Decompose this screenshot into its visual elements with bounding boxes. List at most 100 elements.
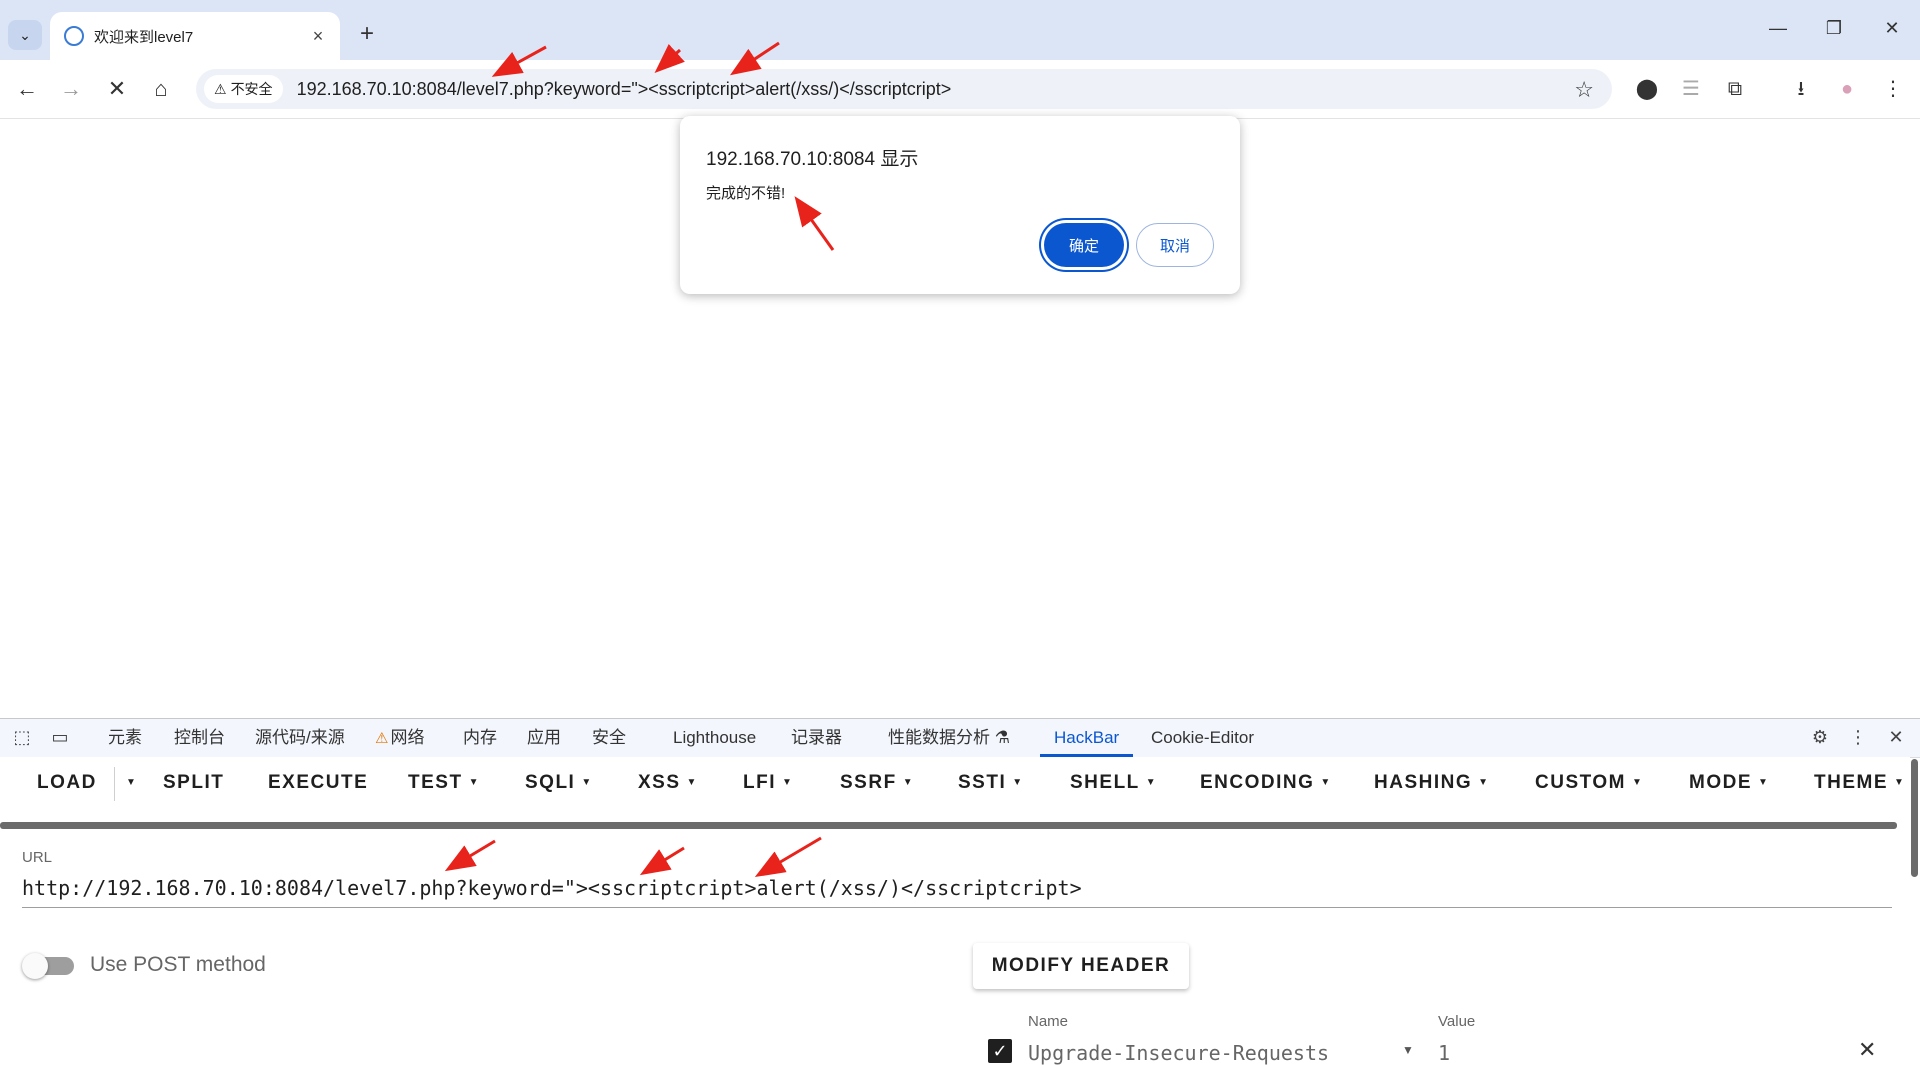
- hashing-menu[interactable]: HASHING ▼: [1374, 757, 1490, 809]
- gear-icon[interactable]: ⚙: [1808, 727, 1832, 748]
- caret-down-icon: ▼: [782, 777, 794, 788]
- restore-button[interactable]: ❐: [1814, 18, 1854, 39]
- theme-menu[interactable]: THEME ▼: [1814, 757, 1905, 809]
- download-icon[interactable]: ⭳: [1786, 74, 1816, 104]
- caret-down-icon: ▼: [1320, 777, 1332, 788]
- tab-network[interactable]: ⚠ 网络: [375, 719, 424, 757]
- close-devtools-icon[interactable]: ✕: [1884, 727, 1908, 748]
- caret-down-icon: ▼: [581, 777, 593, 788]
- shell-menu-label: SHELL: [1070, 772, 1140, 794]
- ssti-menu-label: SSTI: [958, 772, 1007, 794]
- close-window-button[interactable]: ✕: [1872, 18, 1912, 39]
- bookmark-star-icon[interactable]: ☆: [1574, 77, 1594, 103]
- tab-recorder[interactable]: 记录器: [791, 719, 842, 757]
- hashing-menu-label: HASHING: [1374, 772, 1473, 794]
- address-url[interactable]: 192.168.70.10:8084/level7.php?keyword=">…: [297, 79, 952, 100]
- tab-elements[interactable]: 元素: [108, 719, 142, 757]
- ok-button[interactable]: 确定: [1044, 223, 1124, 267]
- devtools-tab-bar: ⬚ ▭ 元素 控制台 源代码/来源 ⚠ 网络 内存 应用 安全 Lighthous…: [0, 719, 1920, 758]
- caret-down-icon: ▼: [686, 777, 698, 788]
- shell-menu[interactable]: SHELL ▼: [1070, 757, 1157, 809]
- more-menu-icon[interactable]: ⋮: [1878, 74, 1908, 104]
- caret-down-icon: ▼: [468, 777, 480, 788]
- back-button[interactable]: ←: [12, 74, 42, 104]
- xss-menu[interactable]: XSS ▼: [638, 757, 698, 809]
- forward-button[interactable]: →: [56, 74, 86, 104]
- custom-menu-label: CUSTOM: [1535, 772, 1626, 794]
- tab-cookie-editor[interactable]: Cookie-Editor: [1151, 719, 1254, 757]
- xss-menu-label: XSS: [638, 772, 681, 794]
- tab-memory[interactable]: 内存: [463, 719, 497, 757]
- extension-circle-icon[interactable]: ⬤: [1632, 74, 1662, 104]
- minimize-button[interactable]: —: [1758, 18, 1798, 39]
- extension-bars-icon[interactable]: ☰: [1676, 74, 1706, 104]
- warning-icon: ⚠: [375, 730, 389, 747]
- devtools-panel: ⬚ ▭ 元素 控制台 源代码/来源 ⚠ 网络 内存 应用 安全 Lighthous…: [0, 718, 1920, 1065]
- new-tab-button[interactable]: +: [352, 20, 382, 48]
- tab-search-button[interactable]: ⌄: [8, 20, 42, 50]
- hackbar-horizontal-scrollbar[interactable]: [0, 822, 1897, 829]
- stop-loading-button[interactable]: ✕: [102, 74, 132, 104]
- caret-down-icon: ▼: [1012, 777, 1024, 788]
- profile-avatar[interactable]: ●: [1832, 74, 1862, 104]
- tab-performance-insights[interactable]: 性能数据分析 ⚗: [888, 719, 1010, 757]
- tab-security[interactable]: 安全: [592, 719, 626, 757]
- encoding-menu[interactable]: ENCODING ▼: [1200, 757, 1332, 809]
- test-menu[interactable]: TEST ▼: [408, 757, 480, 809]
- header-value-column: Value: [1438, 1013, 1476, 1030]
- device-toolbar-icon[interactable]: ▭: [48, 727, 72, 748]
- lfi-menu-label: LFI: [743, 772, 776, 794]
- mode-menu[interactable]: MODE ▼: [1689, 757, 1769, 809]
- browser-tab[interactable]: 欢迎来到level7 ×: [50, 12, 340, 60]
- close-tab-icon[interactable]: ×: [306, 26, 330, 47]
- load-dropdown-caret-icon[interactable]: ▼: [120, 757, 137, 809]
- header-name-column: Name: [1028, 1013, 1069, 1030]
- custom-menu[interactable]: CUSTOM ▼: [1535, 757, 1643, 809]
- tab-title: 欢迎来到level7: [94, 28, 194, 46]
- tab-application[interactable]: 应用: [527, 719, 561, 757]
- tab-hackbar[interactable]: HackBar: [1040, 719, 1134, 757]
- post-method-toggle[interactable]: [22, 953, 74, 979]
- lfi-menu[interactable]: LFI ▼: [743, 757, 793, 809]
- caret-down-icon: ▼: [1894, 777, 1906, 788]
- more-options-icon[interactable]: ⋮: [1846, 727, 1870, 748]
- security-label: 不安全: [230, 81, 273, 97]
- security-chip[interactable]: ⚠ 不安全: [204, 75, 283, 103]
- header-enabled-checkbox[interactable]: ✓: [988, 1039, 1012, 1063]
- url-input[interactable]: http://192.168.70.10:8084/level7.php?key…: [22, 871, 1892, 908]
- home-button[interactable]: ⌂: [146, 74, 176, 104]
- tab-console[interactable]: 控制台: [174, 719, 225, 757]
- delete-header-icon[interactable]: ✕: [1858, 1037, 1876, 1063]
- tab-network-label: 网络: [390, 728, 425, 747]
- modify-header-button[interactable]: MODIFY HEADER: [973, 943, 1189, 989]
- split-button[interactable]: SPLIT: [163, 757, 224, 809]
- test-menu-label: TEST: [408, 772, 463, 794]
- chevron-down-icon: ⌄: [19, 26, 31, 43]
- ssti-menu[interactable]: SSTI ▼: [958, 757, 1024, 809]
- ssrf-menu[interactable]: SSRF ▼: [840, 757, 914, 809]
- menu-divider: [114, 767, 115, 801]
- vertical-scrollbar[interactable]: [1911, 759, 1918, 877]
- tab-sources[interactable]: 源代码/来源: [255, 719, 345, 757]
- mode-menu-label: MODE: [1689, 772, 1752, 794]
- load-button[interactable]: LOAD: [37, 757, 97, 809]
- address-bar[interactable]: ⚠ 不安全 192.168.70.10:8084/level7.php?keyw…: [196, 69, 1612, 109]
- page-favicon-icon: [64, 26, 84, 46]
- sqli-menu[interactable]: SQLI ▼: [525, 757, 593, 809]
- tab-strip: ⌄ 欢迎来到level7 × + — ❐ ✕: [0, 0, 1920, 60]
- header-name-dropdown-icon[interactable]: ▼: [1402, 1043, 1414, 1057]
- alert-origin: 192.168.70.10:8084 显示: [706, 149, 919, 170]
- ssrf-menu-label: SSRF: [840, 772, 897, 794]
- tab-lighthouse[interactable]: Lighthouse: [673, 719, 756, 757]
- encoding-menu-label: ENCODING: [1200, 772, 1315, 794]
- browser-toolbar: ← → ✕ ⌂ ⚠ 不安全 192.168.70.10:8084/level7.…: [0, 60, 1920, 119]
- alert-dialog: 192.168.70.10:8084 显示 完成的不错! 确定 取消: [680, 116, 1240, 294]
- extensions-puzzle-icon[interactable]: ⧉: [1720, 74, 1750, 104]
- execute-button[interactable]: EXECUTE: [268, 757, 368, 809]
- warning-icon: ⚠: [214, 80, 227, 97]
- caret-down-icon: ▼: [1145, 777, 1158, 788]
- cancel-button[interactable]: 取消: [1136, 223, 1214, 267]
- header-value-input[interactable]: 1: [1438, 1041, 1450, 1065]
- inspect-element-icon[interactable]: ⬚: [10, 727, 34, 748]
- header-name-input[interactable]: Upgrade-Insecure-Requests: [1028, 1041, 1329, 1065]
